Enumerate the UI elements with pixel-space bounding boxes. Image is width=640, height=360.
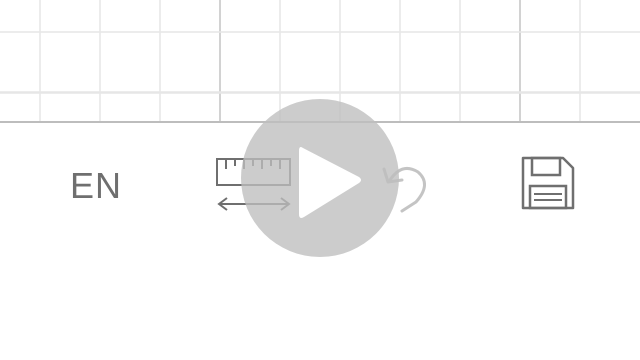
language-label: EN [69,165,122,206]
save-button[interactable] [510,150,584,220]
play-button[interactable] [241,99,399,257]
language-button[interactable]: EN [56,160,136,212]
play-icon [299,147,361,218]
app-screen: EN [0,0,640,360]
save-floppy-icon [521,156,575,210]
